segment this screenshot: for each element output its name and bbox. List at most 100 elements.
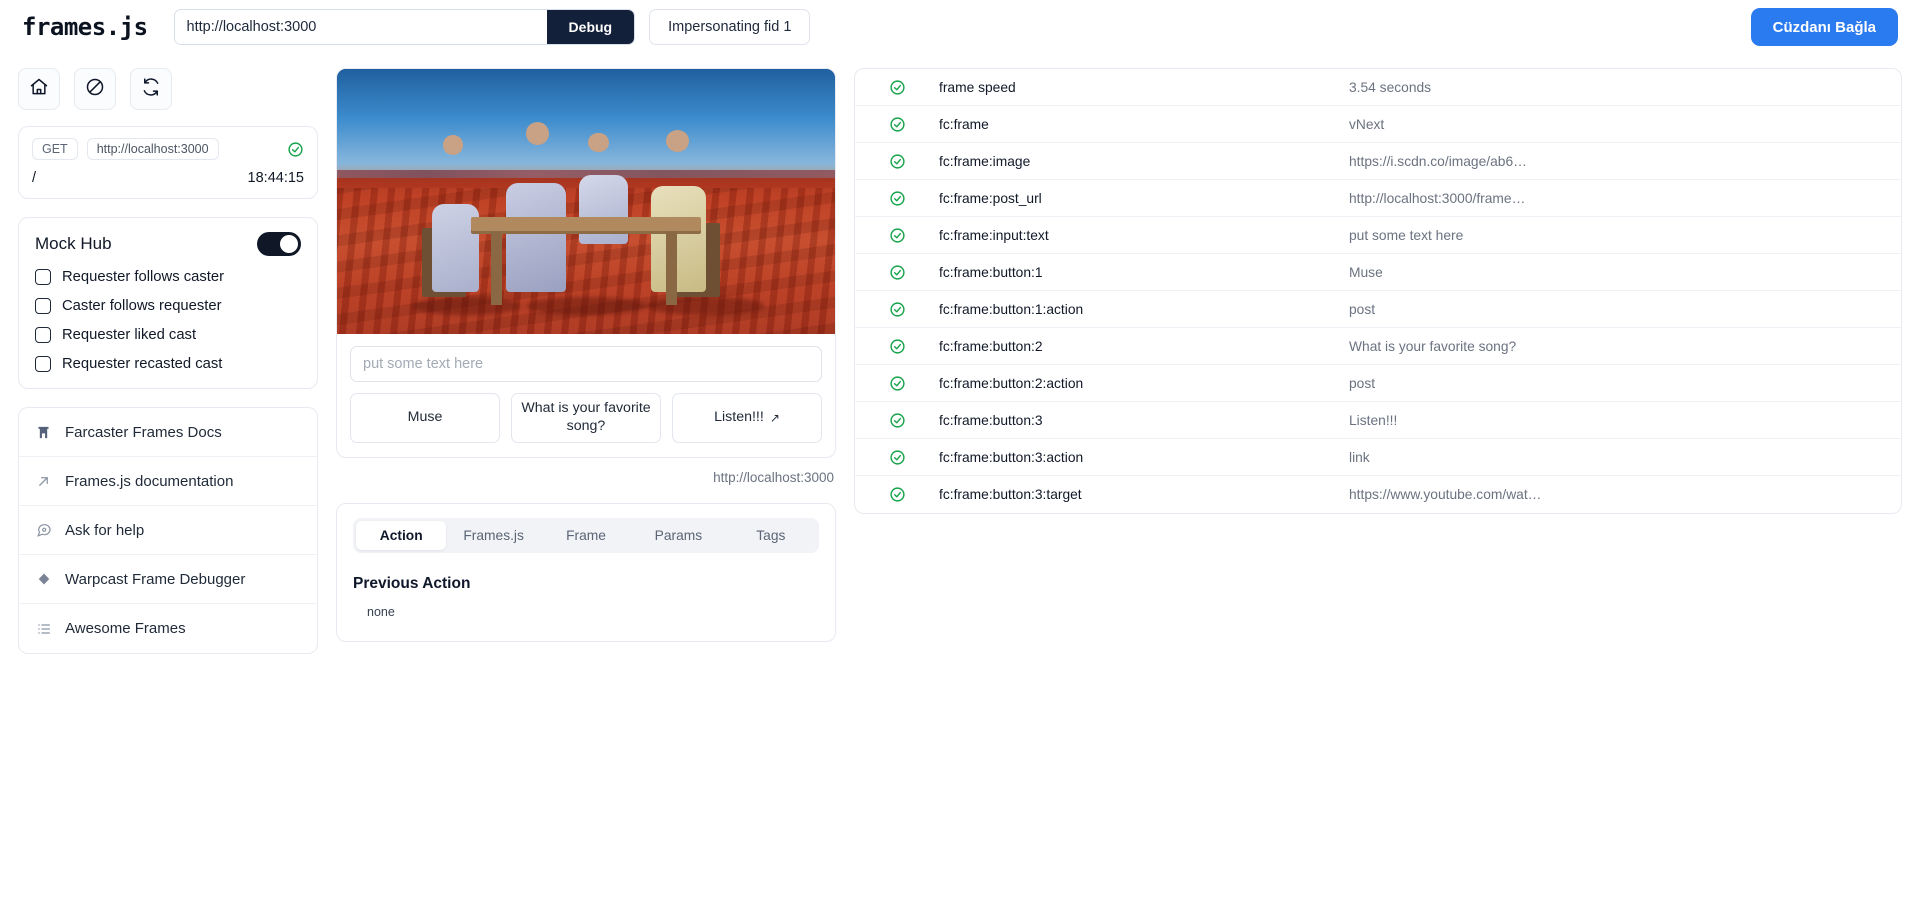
tab-params[interactable]: Params [633,521,723,550]
status-ok-icon [855,338,939,355]
mock-hub-title: Mock Hub [35,234,112,253]
connect-wallet-button[interactable]: Cüzdanı Bağla [1750,8,1898,46]
figure-right [650,185,706,292]
status-ok-icon [855,375,939,392]
table-row[interactable]: fc:frame:button:1 Muse [855,254,1901,291]
mock-hub-card: Mock Hub Requester follows caster Caster… [18,217,318,389]
table-leg [665,230,677,305]
table-row[interactable]: frame speed 3.54 seconds [855,69,1901,106]
reload-button[interactable] [130,68,172,110]
request-url: http://localhost:3000 [86,138,219,160]
table-row[interactable]: fc:frame:button:2 What is your favorite … [855,328,1901,365]
request-detail: / 18:44:15 [32,170,304,186]
frame-button-1[interactable]: Muse [350,393,500,443]
sidebar: GET http://localhost:3000 / 18:44:15 Moc… [18,68,318,672]
app-logo: frames.js [22,13,148,41]
link-awesome-frames[interactable]: Awesome Frames [19,604,317,653]
tab-tags[interactable]: Tags [726,521,816,550]
mock-option-label: Requester liked cast [62,327,197,343]
metadata-value: https://i.scdn.co/image/ab6… [1349,153,1527,169]
mock-option-requester-follows-caster[interactable]: Requester follows caster [35,269,301,285]
frame-image[interactable] [337,69,835,334]
link-ask-for-help[interactable]: Ask for help [19,506,317,555]
table-row[interactable]: fc:frame:button:1:action post [855,291,1901,328]
table-row[interactable]: fc:frame:input:text put some text here [855,217,1901,254]
metadata-value: Muse [1349,264,1383,280]
frame-button-2[interactable]: What is your favorite song? [511,393,661,443]
home-button[interactable] [18,68,60,110]
metadata-key: fc:frame:button:2:action [939,375,1084,391]
frame-card: Muse What is your favorite song? Listen!… [336,68,836,458]
frame-image-sky [337,69,835,181]
figure-head [665,129,689,152]
tab-frame[interactable]: Frame [541,521,631,550]
status-ok-icon [855,116,939,133]
metadata-key: fc:frame [939,116,989,132]
metadata-key: fc:frame:post_url [939,190,1042,206]
checkbox-icon [35,327,51,343]
link-warpcast-frame-debugger[interactable]: Warpcast Frame Debugger [19,555,317,604]
mock-hub-header: Mock Hub [35,232,301,256]
figure-head [526,122,550,145]
figure-center-back [506,182,567,292]
link-framesjs-documentation[interactable]: Frames.js documentation [19,457,317,506]
status-ok-icon [855,153,939,170]
checkbox-icon [35,298,51,314]
table-row[interactable]: fc:frame:button:3:target https://www.you… [855,476,1901,513]
status-ok-icon [855,190,939,207]
debug-button[interactable]: Debug [546,10,635,44]
metadata-key: fc:frame:button:1:action [939,301,1084,317]
impersonate-button[interactable]: Impersonating fid 1 [649,9,811,45]
link-label: Awesome Frames [65,620,186,637]
status-ok-icon [855,486,939,503]
clear-button[interactable] [74,68,116,110]
request-card[interactable]: GET http://localhost:3000 / 18:44:15 [18,126,318,199]
top-bar: frames.js Debug Impersonating fid 1 Cüzd… [0,0,1920,54]
url-input[interactable] [174,10,547,44]
status-ok-icon [855,301,939,318]
metadata-key: fc:frame:button:3:target [939,487,1082,502]
request-method: GET [32,138,78,160]
diamond-icon [35,572,52,586]
link-farcaster-frames-docs[interactable]: Farcaster Frames Docs [19,408,317,457]
farcaster-icon [35,425,52,440]
frame-source-url: http://localhost:3000 [713,470,834,485]
table-row[interactable]: fc:frame:button:3:action link [855,439,1901,476]
external-link-icon: ↗ [769,410,780,425]
frame-button-3[interactable]: Listen!!! ↗ [672,393,822,443]
link-label: Farcaster Frames Docs [65,423,222,441]
tab-action[interactable]: Action [356,521,447,550]
chat-bubble-icon [35,522,52,538]
status-ok-icon [855,412,939,429]
metadata-key: fc:frame:button:1 [939,264,1043,280]
mock-option-label: Requester recasted cast [62,356,223,372]
mock-option-requester-recasted-cast[interactable]: Requester recasted cast [35,356,301,372]
mock-hub-toggle[interactable] [257,232,301,256]
metadata-key: frame speed [939,79,1016,95]
frame-preview-column: Muse What is your favorite song? Listen!… [336,68,836,642]
metadata-value: https://www.youtube.com/wat… [1349,487,1542,502]
metadata-value: 3.54 seconds [1349,79,1432,95]
tab-framesjs[interactable]: Frames.js [448,521,538,550]
metadata-value: What is your favorite song? [1349,338,1517,354]
frame-text-input[interactable] [350,346,822,382]
table-row[interactable]: fc:frame:image https://i.scdn.co/image/a… [855,143,1901,180]
metadata-key: fc:frame:input:text [939,227,1049,243]
status-ok-icon [855,264,939,281]
table-row[interactable]: fc:frame vNext [855,106,1901,143]
panel-body: none [367,605,395,619]
figure-center-right [578,175,629,244]
table-leg [491,230,503,305]
mock-option-requester-liked-cast[interactable]: Requester liked cast [35,327,301,343]
status-ok-icon [855,79,939,96]
table-surface [471,217,701,231]
metadata-value: post [1349,301,1376,317]
metadata-panel: frame speed 3.54 seconds fc:frame vNext … [854,68,1902,514]
metadata-value: link [1349,449,1370,465]
table-row[interactable]: fc:frame:button:3 Listen!!! [855,402,1901,439]
table-row[interactable]: fc:frame:post_url http://localhost:3000/… [855,180,1901,217]
mock-option-caster-follows-requester[interactable]: Caster follows requester [35,298,301,314]
metadata-value: http://localhost:3000/frame… [1349,190,1526,206]
table-row[interactable]: fc:frame:button:2:action post [855,365,1901,402]
link-label: Warpcast Frame Debugger [65,570,246,588]
